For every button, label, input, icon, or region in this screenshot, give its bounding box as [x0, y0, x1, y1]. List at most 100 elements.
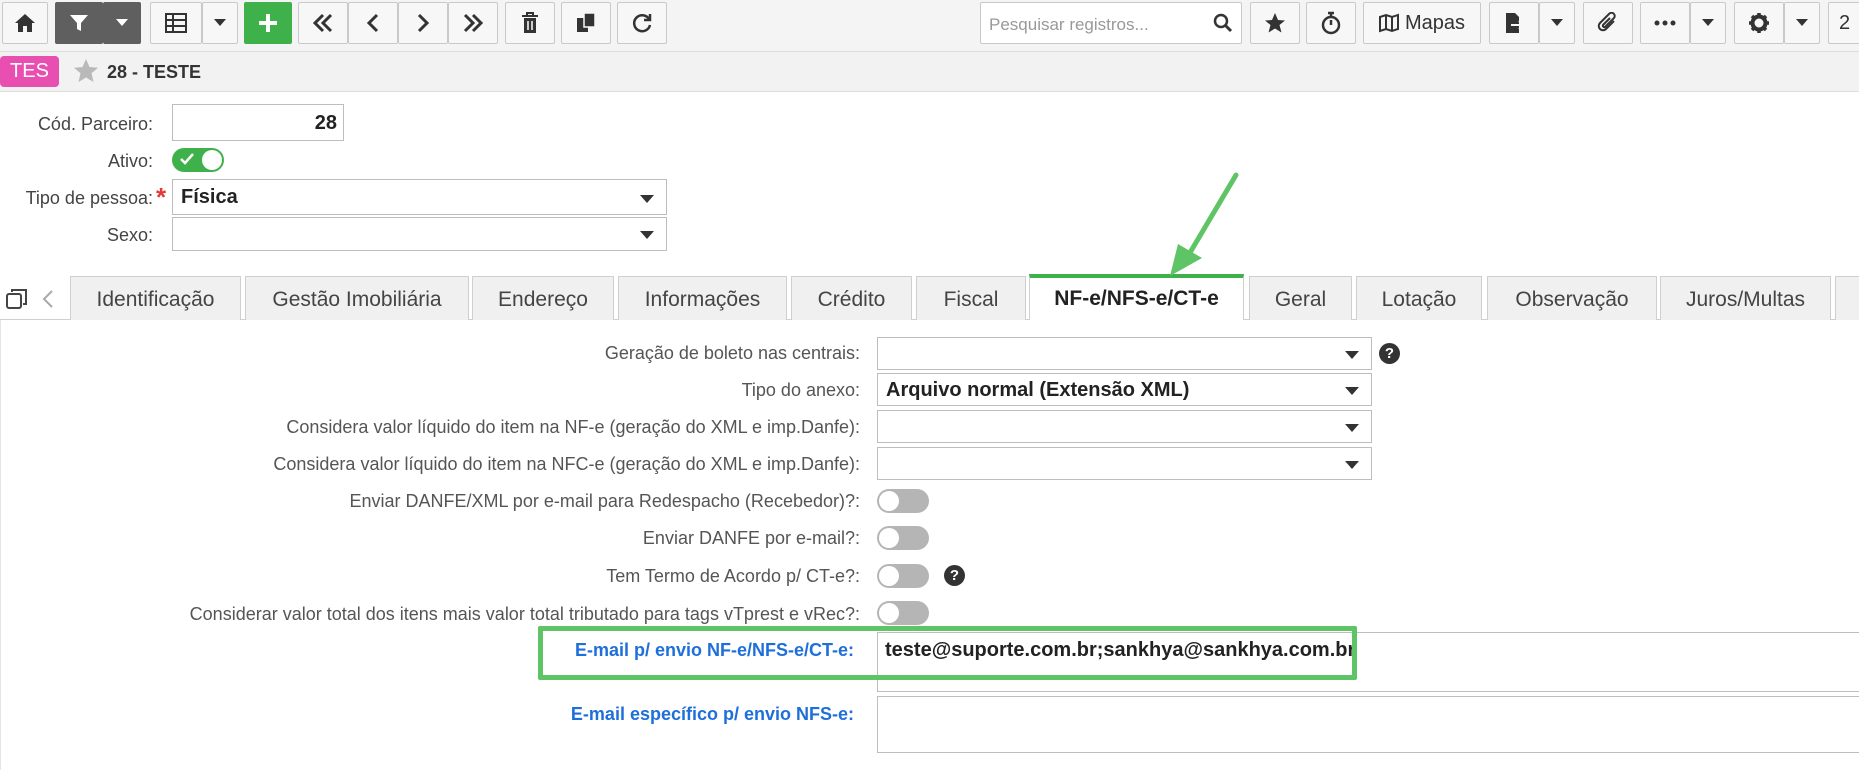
- toggle-knob: [879, 603, 899, 623]
- tab-informacoes[interactable]: Informações: [618, 276, 787, 320]
- sexo-label: Sexo:: [106, 225, 153, 245]
- chevron-down-icon: [116, 19, 128, 26]
- chevron-down-icon: [1796, 19, 1808, 26]
- plus-icon: [259, 14, 277, 32]
- tab-juros-multas[interactable]: Juros/Multas: [1660, 276, 1831, 320]
- mapas-label: Mapas: [1404, 11, 1466, 34]
- ativo-label: Ativo:: [107, 151, 153, 171]
- valor-liquido-nfe-label: Considera valor líquido do item na NF-e …: [286, 417, 860, 437]
- geracao-boleto-label: Geração de boleto nas centrais:: [604, 343, 860, 363]
- tipo-anexo-label: Tipo do anexo:: [741, 380, 860, 400]
- next-record-button[interactable]: [398, 2, 448, 44]
- tipo-pessoa-label: Tipo de pessoa:: [25, 188, 153, 208]
- valor-total-label: Considerar valor total dos itens mais va…: [189, 604, 860, 624]
- refresh-icon: [632, 14, 652, 33]
- favorite-button[interactable]: [1250, 2, 1300, 44]
- tab-credito[interactable]: Crédito: [791, 276, 912, 320]
- valor-liquido-nfce-label: Considera valor líquido do item na NFC-e…: [273, 454, 860, 474]
- first-record-button[interactable]: [298, 2, 348, 44]
- filter-icon: [70, 15, 88, 31]
- sexo-select[interactable]: [172, 217, 667, 251]
- double-chevron-left-icon: [312, 13, 333, 33]
- enviar-danfe-label: Enviar DANFE por e-mail?:: [642, 528, 860, 548]
- export-button[interactable]: [1489, 2, 1539, 44]
- required-asterisk: *: [156, 182, 167, 212]
- search-box[interactable]: Pesquisar registros...: [980, 2, 1242, 44]
- timer-button[interactable]: [1306, 2, 1356, 44]
- refresh-button[interactable]: [617, 2, 667, 44]
- tipo-anexo-value: Arquivo normal (Extensão XML): [886, 379, 1190, 401]
- tipo-anexo-select[interactable]: Arquivo normal (Extensão XML): [877, 373, 1372, 406]
- enviar-redespacho-label: Enviar DANFE/XML por e-mail para Redespa…: [349, 491, 860, 511]
- help-icon[interactable]: ?: [1379, 343, 1400, 364]
- cod-parceiro-field[interactable]: 28: [172, 104, 344, 141]
- last-record-button[interactable]: [448, 2, 498, 44]
- previous-record-button[interactable]: [348, 2, 398, 44]
- tab-overflow[interactable]: [1835, 276, 1859, 320]
- termo-acordo-toggle[interactable]: [877, 564, 929, 588]
- window-copy-icon[interactable]: [5, 287, 29, 311]
- tab-bar: Identificação Gestão Imobiliária Endereç…: [0, 270, 1859, 321]
- chevron-left-icon: [366, 13, 379, 33]
- tab-lotacao[interactable]: Lotação: [1356, 276, 1482, 320]
- email-envio-label: E-mail p/ envio NF-e/NFS-e/CT-e:: [574, 640, 854, 660]
- record-title: 28 - TESTE: [107, 62, 202, 82]
- geracao-boleto-select[interactable]: [877, 337, 1372, 370]
- email-envio-value: teste@suporte.com.br;sankhya@sankhya.com…: [885, 639, 1356, 661]
- tab-geral[interactable]: Geral: [1249, 276, 1352, 320]
- valor-liquido-nfe-select[interactable]: [877, 410, 1372, 443]
- email-nfse-field[interactable]: [877, 696, 1859, 753]
- enviar-danfe-toggle[interactable]: [877, 526, 929, 550]
- toggle-knob: [202, 150, 222, 170]
- ativo-toggle[interactable]: [172, 148, 224, 172]
- filter-button[interactable]: [55, 2, 103, 44]
- add-record-button[interactable]: [244, 2, 292, 44]
- page-fragment[interactable]: 2: [1828, 2, 1859, 44]
- termo-acordo-label: Tem Termo de Acordo p/ CT-e?:: [606, 566, 860, 586]
- settings-dropdown-button[interactable]: [1784, 2, 1820, 44]
- cod-parceiro-label: Cód. Parceiro:: [37, 114, 153, 134]
- help-icon[interactable]: ?: [944, 565, 965, 586]
- filter-dropdown-button[interactable]: [103, 2, 141, 44]
- valor-total-toggle[interactable]: [877, 601, 929, 625]
- tab-endereco[interactable]: Endereço: [472, 276, 614, 320]
- tab-gestao-imobiliaria[interactable]: Gestão Imobiliária: [245, 276, 469, 320]
- double-chevron-right-icon: [463, 13, 484, 33]
- attachment-button[interactable]: [1583, 2, 1633, 44]
- chevron-down-icon: [1345, 424, 1359, 432]
- chevron-down-icon: [1551, 19, 1563, 26]
- chevron-down-icon: [1345, 351, 1359, 359]
- more-actions-button[interactable]: [1640, 2, 1690, 44]
- gear-icon: [1749, 13, 1769, 33]
- tab-observacao[interactable]: Observação: [1487, 276, 1657, 320]
- paperclip-icon: [1597, 12, 1616, 32]
- record-badge: TES: [0, 56, 59, 87]
- enviar-redespacho-toggle[interactable]: [877, 489, 929, 513]
- email-envio-field[interactable]: teste@suporte.com.br;sankhya@sankhya.com…: [877, 632, 1859, 692]
- tab-fiscal[interactable]: Fiscal: [916, 276, 1026, 320]
- search-input[interactable]: Pesquisar registros...: [989, 15, 1149, 35]
- duplicate-button[interactable]: [561, 2, 611, 44]
- delete-button[interactable]: [505, 2, 555, 44]
- tab-identificacao[interactable]: Identificação: [70, 276, 241, 320]
- grid-icon: [165, 13, 187, 33]
- valor-liquido-nfce-select[interactable]: [877, 447, 1372, 480]
- export-dropdown-button[interactable]: [1539, 2, 1575, 44]
- grid-view-dropdown-button[interactable]: [202, 2, 238, 44]
- page-number-text: 2: [1839, 11, 1851, 34]
- star-icon[interactable]: [73, 58, 99, 83]
- more-actions-dropdown-button[interactable]: [1690, 2, 1726, 44]
- search-icon[interactable]: [1213, 13, 1233, 33]
- grid-view-button[interactable]: [150, 2, 202, 44]
- toggle-knob: [879, 491, 899, 511]
- email-nfse-label: E-mail específico p/ envio NFS-e:: [570, 704, 854, 724]
- settings-button[interactable]: [1734, 2, 1784, 44]
- chevron-down-icon: [1702, 19, 1714, 26]
- home-button[interactable]: [2, 2, 48, 44]
- chevron-left-icon[interactable]: [42, 290, 54, 308]
- tipo-pessoa-select[interactable]: Física: [172, 179, 667, 215]
- mapas-button[interactable]: Mapas: [1363, 2, 1481, 44]
- toggle-knob: [879, 566, 899, 586]
- toggle-knob: [879, 528, 899, 548]
- cod-parceiro-value: 28: [314, 112, 337, 134]
